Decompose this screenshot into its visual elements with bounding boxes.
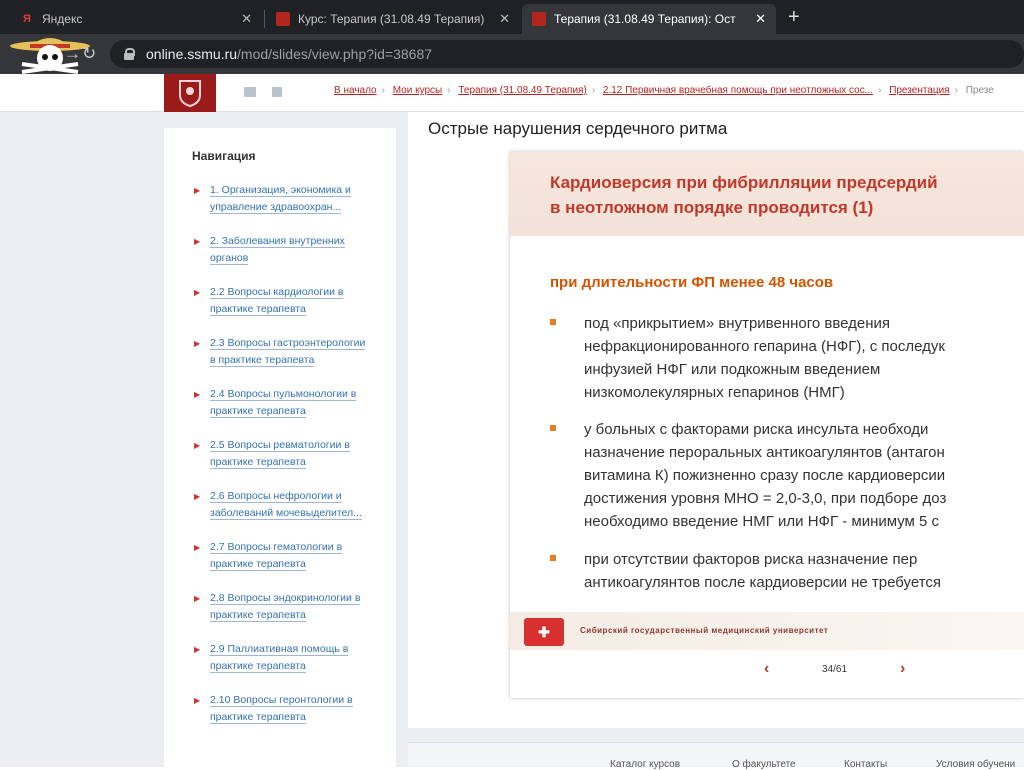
page: В начало › Мои курсы › Терапия (31.08.49 Т…	[0, 74, 1024, 770]
sidebar-item[interactable]: ▶ 2.6 Вопросы нефрологии и заболеваний мо…	[192, 488, 372, 522]
reload-icon[interactable]: ↻	[82, 44, 96, 64]
site-footer: Каталог курсов О факультете Контакты Усл…	[408, 742, 1024, 770]
prev-slide-icon[interactable]: ‹	[764, 660, 769, 678]
university-logo[interactable]	[164, 74, 216, 112]
arrow-right-icon: ▶	[194, 390, 201, 399]
breadcrumb-current: Презе	[965, 85, 994, 96]
mail-icon[interactable]	[244, 87, 256, 97]
navigation-sidebar: Навигация ▶ 1. Организация, экономика и у…	[164, 128, 396, 767]
slide-counter: 34/61	[822, 664, 848, 675]
presentation-slide: Кардиоверсия при фибрилляции предсердий …	[510, 152, 1024, 698]
ssmu-favicon-icon	[276, 12, 290, 26]
footer-link-terms[interactable]: Условия обучени	[936, 759, 1015, 770]
ssmu-favicon-icon	[532, 12, 546, 26]
sidebar-item[interactable]: ▶ 1. Организация, экономика и управление …	[192, 182, 372, 216]
tab-course[interactable]: Курс: Терапия (31.08.49 Терапия) ✕	[266, 4, 520, 34]
slide-header: Кардиоверсия при фибрилляции предсердий …	[510, 152, 1024, 236]
footer-link-contacts[interactable]: Контакты	[844, 759, 887, 770]
browser-tab-bar: Я Яндекс ✕ Курс: Терапия (31.08.49 Терап…	[0, 0, 1024, 34]
sidebar-item[interactable]: ▶ 2.9 Паллиативная помощь в практике тера…	[192, 641, 372, 675]
tab-title: Курс: Терапия (31.08.49 Терапия)	[298, 12, 485, 26]
sidebar-item[interactable]: ▶ 2.4 Вопросы пульмонологии в практике те…	[192, 386, 372, 420]
sidebar-item[interactable]: ▶ 2. Заболевания внутренних органов	[192, 233, 372, 267]
page-title: Острые нарушения сердечного ритма	[428, 119, 728, 138]
tab-presentation[interactable]: Терапия (31.08.49 Терапия): Ост ✕	[522, 4, 776, 34]
breadcrumb-my-courses[interactable]: Мои курсы	[393, 85, 443, 96]
breadcrumb-section[interactable]: 2.12 Первичная врачебная помощь при неот…	[603, 85, 873, 96]
sidebar-item[interactable]: ▶ 2.5 Вопросы ревматологии в практике тер…	[192, 437, 372, 471]
bullet-square-icon	[550, 319, 556, 325]
footer-link-catalog[interactable]: Каталог курсов	[610, 759, 680, 770]
crest-icon	[179, 80, 201, 107]
forward-icon[interactable]: →	[64, 44, 81, 64]
sidebar-title: Навигация	[192, 149, 256, 163]
bullet-square-icon	[550, 555, 556, 561]
lock-icon	[124, 48, 135, 60]
sidebar-item[interactable]: ▶ 2.3 Вопросы гастроэнтерологии в практик…	[192, 335, 372, 369]
slide-subheading: при длительности ФП менее 48 часов	[550, 274, 834, 291]
url-bar[interactable]: online.ssmu.ru/mod/slides/view.php?id=38…	[110, 40, 1024, 68]
tab-title: Терапия (31.08.49 Терапия): Ост	[554, 12, 736, 26]
arrow-right-icon: ▶	[194, 441, 201, 450]
nav-list: ▶ 1. Организация, экономика и управление …	[192, 182, 372, 743]
sidebar-item[interactable]: ▶ 2.2 Вопросы кардиологии в практике тера…	[192, 284, 372, 318]
tab-title: Яндекс	[42, 12, 83, 26]
slide-bullet: у больных с факторами риска инсульта нео…	[550, 418, 1024, 530]
url-path: /mod/slides/view.php?id=38687	[237, 46, 433, 62]
breadcrumb-course[interactable]: Терапия (31.08.49 Терапия)	[458, 85, 586, 96]
first-aid-kit-icon: ✚	[524, 618, 564, 646]
footer-link-about[interactable]: О факультете	[732, 759, 796, 770]
calendar-icon[interactable]	[272, 87, 282, 97]
main-content: Острые нарушения сердечного ритма Кардио…	[408, 112, 1024, 728]
arrow-right-icon: ▶	[194, 594, 201, 603]
tab-yandex[interactable]: Я Яндекс ✕	[10, 4, 262, 34]
slide-footer: ✚ Сибирский государственный медицинский …	[510, 612, 1024, 650]
breadcrumb: В начало › Мои курсы › Терапия (31.08.49 Т…	[334, 85, 994, 96]
yandex-icon: Я	[23, 13, 31, 25]
site-header: В начало › Мои курсы › Терапия (31.08.49 Т…	[0, 74, 1024, 112]
slide-bullet: под «прикрытием» внутривенного введения …	[550, 312, 1024, 404]
arrow-right-icon: ▶	[194, 645, 201, 654]
arrow-right-icon: ▶	[194, 237, 201, 246]
sidebar-item[interactable]: ▶ 2.10 Вопросы геронтологии в практике те…	[192, 692, 372, 726]
close-icon[interactable]: ✕	[755, 11, 766, 27]
new-tab-icon[interactable]: +	[788, 6, 800, 29]
slide-heading: Кардиоверсия при фибрилляции предсердий …	[550, 173, 938, 217]
arrow-right-icon: ▶	[194, 696, 201, 705]
close-icon[interactable]: ✕	[241, 11, 252, 27]
breadcrumb-home[interactable]: В начало	[334, 85, 377, 96]
arrow-right-icon: ▶	[194, 543, 201, 552]
bullet-square-icon	[550, 425, 556, 431]
arrow-right-icon: ▶	[194, 186, 201, 195]
sidebar-item[interactable]: ▶ 2.8 Вопросы эндокринологии в практике т…	[192, 590, 372, 624]
arrow-right-icon: ▶	[194, 339, 201, 348]
url-host: online.ssmu.ru	[146, 46, 238, 62]
university-name: Сибирский государственный медицинский ун…	[580, 626, 829, 635]
close-icon[interactable]: ✕	[499, 11, 510, 27]
slide-pager: ‹ 34/61 ›	[510, 656, 1024, 686]
arrow-right-icon: ▶	[194, 288, 201, 297]
breadcrumb-presentation[interactable]: Презентация	[889, 85, 949, 96]
sidebar-item[interactable]: ▶ 2.7 Вопросы гематологии в практике тера…	[192, 539, 372, 573]
next-slide-icon[interactable]: ›	[900, 660, 905, 678]
arrow-right-icon: ▶	[194, 492, 201, 501]
